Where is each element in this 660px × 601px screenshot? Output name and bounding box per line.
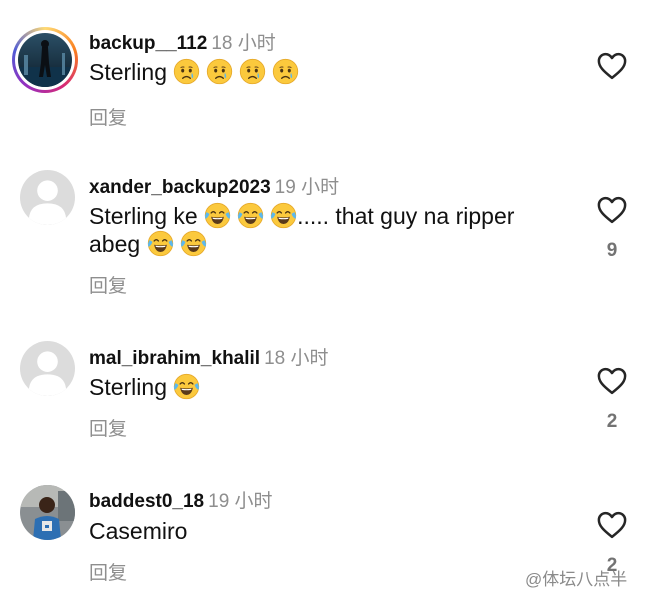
photo-avatar-icon: [18, 33, 72, 87]
avatar[interactable]: [20, 170, 75, 225]
comment-header: backup__112 18 小时: [89, 28, 276, 55]
comment-body-part: abeg: [89, 231, 141, 257]
comment-header: mal_ibrahim_khalil 18 小时: [89, 343, 329, 370]
username[interactable]: xander_backup2023: [89, 177, 271, 198]
comment-body: Sterling: [89, 59, 167, 85]
tears-of-joy-emoji: [270, 202, 297, 229]
comment-body: Sterling: [89, 374, 167, 400]
tears-of-joy-emoji: [237, 202, 264, 229]
tears-of-joy-emoji: [147, 230, 174, 257]
crying-face-emoji: [173, 58, 200, 85]
photo-avatar-icon: [20, 485, 75, 540]
comment-text: Sterling: [89, 58, 569, 86]
default-avatar-icon: [20, 170, 75, 225]
reply-button[interactable]: 回复: [89, 414, 127, 441]
crying-face-emoji: [239, 58, 266, 85]
reply-button[interactable]: 回复: [89, 103, 127, 130]
avatar[interactable]: [20, 485, 75, 540]
heart-outline-icon[interactable]: [597, 511, 627, 539]
avatar[interactable]: [20, 341, 75, 396]
tears-of-joy-emoji: [173, 373, 200, 400]
username[interactable]: baddest0_18: [89, 491, 204, 512]
avatar[interactable]: [18, 33, 72, 87]
tears-of-joy-emoji: [204, 202, 231, 229]
username[interactable]: mal_ibrahim_khalil: [89, 348, 260, 369]
heart-outline-icon[interactable]: [597, 196, 627, 224]
heart-outline-icon[interactable]: [597, 52, 627, 80]
watermark-text: @体坛八点半: [525, 570, 628, 589]
watermark: @体坛八点半: [525, 565, 627, 590]
comment-text: Sterling ke ..... that guy na ripper abe…: [89, 202, 569, 258]
comment-text: Casemiro: [89, 517, 569, 545]
username[interactable]: backup__112: [89, 33, 207, 54]
comment-body-part: ..... that guy na ripper: [297, 203, 515, 229]
tears-of-joy-emoji: [180, 230, 207, 257]
timestamp: 18 小时: [211, 33, 276, 54]
reply-button[interactable]: 回复: [89, 558, 127, 585]
crying-face-emoji: [206, 58, 233, 85]
default-avatar-icon: [20, 341, 75, 396]
comment-header: baddest0_18 19 小时: [89, 486, 273, 513]
comment-body-part: Sterling ke: [89, 203, 198, 229]
comment-text: Sterling: [89, 373, 569, 401]
story-ring[interactable]: [12, 27, 78, 93]
timestamp: 19 小时: [274, 177, 340, 198]
heart-outline-icon[interactable]: [597, 367, 627, 395]
like-count[interactable]: 9: [598, 240, 626, 262]
crying-face-emoji: [272, 58, 299, 85]
timestamp: 19 小时: [208, 491, 273, 512]
like-count[interactable]: 2: [598, 411, 626, 433]
comment-header: xander_backup2023 19 小时: [89, 172, 339, 199]
timestamp: 18 小时: [264, 348, 329, 369]
comment-body: Casemiro: [89, 518, 188, 544]
reply-button[interactable]: 回复: [89, 271, 127, 298]
